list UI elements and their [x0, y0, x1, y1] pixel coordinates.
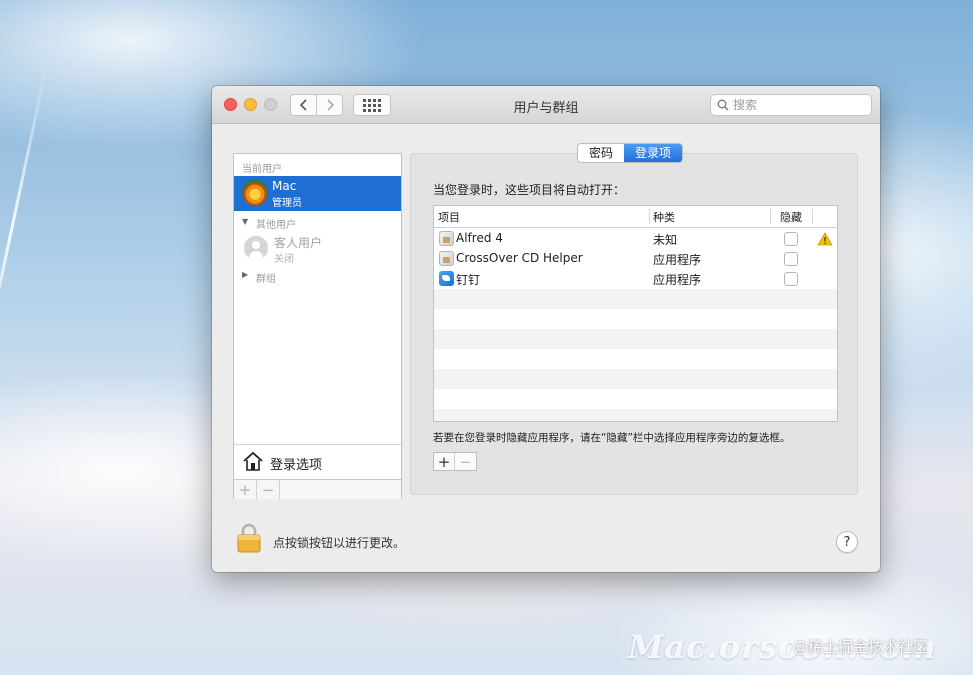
help-button[interactable]: ? — [836, 531, 858, 553]
warning-icon — [817, 232, 833, 246]
tab-password[interactable]: 密码 — [578, 144, 624, 162]
guest-avatar-icon — [244, 236, 268, 260]
add-login-item-button[interactable]: + — [434, 453, 455, 471]
column-divider — [770, 209, 771, 224]
table-row[interactable]: CrossOver CD Helper 应用程序 — [434, 249, 837, 269]
user-name: Mac — [272, 179, 297, 193]
hide-hint-text: 若要在您登录时隐藏应用程序，请在“隐藏”栏中选择应用程序旁边的复选框。 — [433, 432, 791, 444]
user-item-mac[interactable]: Mac 管理员 — [234, 176, 401, 211]
table-row[interactable]: 钉钉 应用程序 — [434, 269, 837, 289]
current-users-label: 当前用户 — [242, 164, 282, 175]
login-items-table: 项目 种类 隐藏 Alfred 4 未知 CrossOver CD Helper… — [433, 205, 838, 422]
disclosure-down-icon[interactable]: ▼ — [242, 217, 248, 226]
tab-login-items[interactable]: 登录项 — [624, 144, 683, 162]
tab-bar: 密码 登录项 — [577, 143, 684, 163]
item-name: Alfred 4 — [456, 231, 503, 245]
app-document-icon — [439, 231, 454, 246]
other-users-label: 其他用户 — [256, 220, 296, 231]
empty-row — [434, 409, 837, 421]
empty-row — [434, 289, 837, 309]
search-input[interactable] — [733, 98, 863, 112]
hide-checkbox[interactable] — [784, 232, 798, 246]
title-bar: 用户与群组 — [212, 86, 880, 124]
login-items-controls: + − — [433, 452, 477, 471]
groups-label[interactable]: 群组 — [256, 270, 276, 285]
guest-user-name[interactable]: 客人用户 — [274, 234, 322, 251]
item-name: 钉钉 — [456, 273, 481, 287]
column-header-kind[interactable]: 种类 — [653, 209, 675, 225]
guest-user-status: 关闭 — [274, 254, 294, 265]
table-header: 项目 种类 隐藏 — [434, 206, 837, 228]
item-kind: 应用程序 — [653, 253, 702, 267]
login-options-label: 登录选项 — [270, 458, 323, 473]
item-kind: 未知 — [653, 233, 678, 247]
empty-row — [434, 309, 837, 329]
item-kind: 应用程序 — [653, 273, 702, 287]
column-divider — [812, 209, 813, 224]
user-role: 管理员 — [272, 198, 302, 209]
app-document-icon — [439, 251, 454, 266]
user-list-controls: + − — [234, 479, 401, 499]
empty-row — [434, 349, 837, 369]
column-divider — [649, 209, 650, 224]
search-field[interactable] — [710, 94, 872, 116]
flower-avatar-icon — [242, 180, 268, 206]
empty-row — [434, 389, 837, 409]
lock-icon[interactable] — [237, 523, 261, 553]
search-icon — [717, 99, 729, 111]
remove-user-button[interactable]: − — [257, 480, 280, 499]
credit-text: @稀土掘金技术社区 — [793, 638, 929, 656]
table-row[interactable]: Alfred 4 未知 — [434, 229, 837, 249]
light-beam — [0, 63, 49, 397]
remove-login-item-button[interactable]: − — [455, 453, 476, 471]
login-items-intro: 当您登录时，这些项目将自动打开： — [433, 183, 626, 197]
empty-row — [434, 329, 837, 349]
user-list: 当前用户 Mac 管理员 ▼ 其他用户 客人用户 关闭 ▶ 群组 登录选项 + … — [233, 153, 402, 499]
system-preferences-window: 用户与群组 当前用户 Mac 管理员 ▼ 其他用户 客人用户 关闭 ▶ 群组 登… — [212, 86, 880, 572]
disclosure-right-icon[interactable]: ▶ — [242, 270, 248, 279]
empty-row — [434, 369, 837, 389]
item-name: CrossOver CD Helper — [456, 251, 583, 265]
add-user-button[interactable]: + — [234, 480, 257, 499]
hide-checkbox[interactable] — [784, 252, 798, 266]
login-options-item[interactable]: 登录选项 — [234, 444, 401, 479]
lock-text: 点按锁按钮以进行更改。 — [273, 536, 406, 550]
house-icon — [243, 451, 263, 471]
column-header-hide[interactable]: 隐藏 — [780, 209, 802, 225]
hide-checkbox[interactable] — [784, 272, 798, 286]
column-header-item[interactable]: 项目 — [438, 209, 460, 225]
dingtalk-icon — [439, 271, 454, 286]
